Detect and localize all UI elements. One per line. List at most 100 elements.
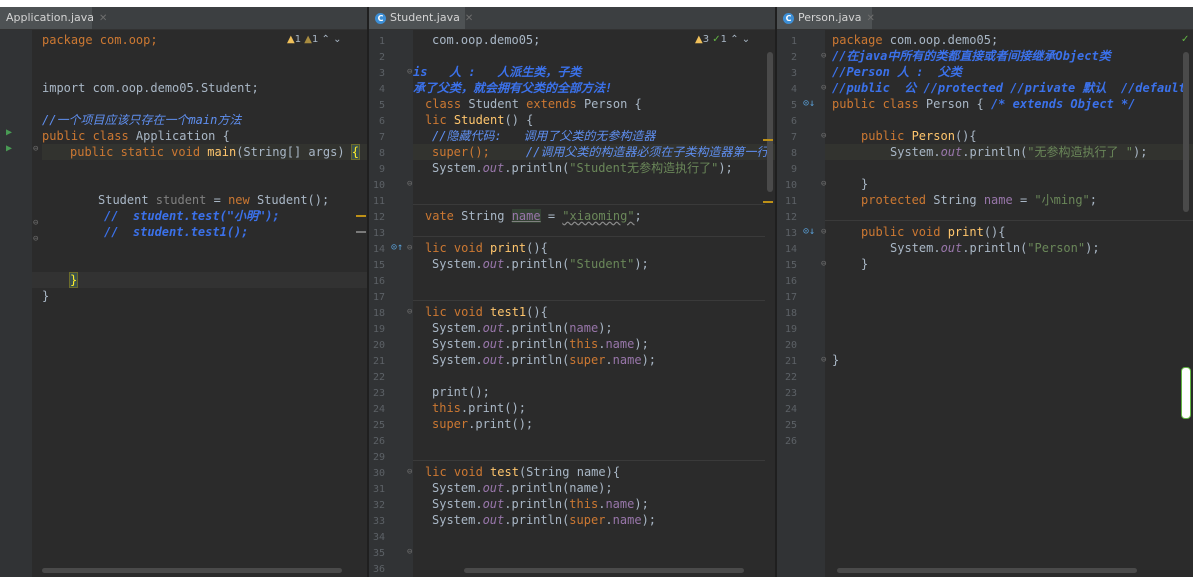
close-icon[interactable]: ✕ [867,13,875,24]
code-line-1[interactable]: com.oop.demo05; [432,32,540,48]
run-arrow-icon[interactable]: ▶ [6,141,12,157]
code-line-23[interactable]: print(); [432,384,490,400]
code-line-class[interactable]: public class Application { [42,128,230,144]
fold-icon[interactable]: ⊖ [821,352,826,368]
code-line-5[interactable]: public class Person { /* extends Object … [832,96,1135,112]
vertical-scrollbar[interactable] [1183,52,1189,212]
code-line-8[interactable]: System.out.println("无参构造执行了 "); [890,144,1147,160]
tab-person-java[interactable]: C Person.java ✕ [777,7,875,29]
implemented-icon[interactable]: ⊙↓ [803,224,815,240]
method-separator [413,300,765,301]
code-line-1[interactable]: package com.oop; [42,32,158,48]
fold-icon[interactable]: ⊖ [407,464,412,480]
line-number: 4 [378,84,385,95]
fold-icon[interactable]: ⊖ [407,176,412,192]
code-line-close-class[interactable]: } [42,288,49,304]
code-line-1[interactable]: package com.oop.demo05; [832,32,998,48]
editor-pane-application[interactable]: Application.java✕ ▶ ▶ ⊖ ⊖ ⊖ ⊖ ▲1 ▲1 ⌃ ⌄ … [0,7,367,577]
tab-student-java[interactable]: C Student.java ✕ [369,7,473,29]
code-line-3[interactable]: is 人 : 人派生类，子类 [413,64,581,80]
code-line-13[interactable]: public void print(){ [861,224,1006,240]
warning-marker[interactable] [763,139,773,141]
fold-icon[interactable]: ⊖ [33,215,38,231]
code-line-25[interactable]: super.print(); [432,416,533,432]
code-line-30[interactable]: lic void test(String name){ [425,464,620,480]
code-line-11[interactable]: protected String name = "小ming"; [861,192,1097,208]
horizontal-scrollbar[interactable] [42,568,342,573]
code-line-18[interactable]: lic void test1(){ [425,304,548,320]
fold-icon[interactable]: ⊖ [407,64,412,80]
code-line-24[interactable]: this.print(); [432,400,526,416]
line-number: 31 [372,484,385,495]
tab-application-java[interactable]: Application.java ✕ [0,7,107,29]
editor-pane-student[interactable]: C Student.java ✕ 1 2 3 4 5 6 7 8 9 10 11 12 13 14 15 16 17… [369,7,775,577]
fold-icon[interactable]: ⊖ [821,224,826,240]
code-line-21[interactable]: } [832,352,839,368]
fold-icon[interactable]: ⊖ [821,80,826,96]
implemented-icon[interactable]: ⊙↓ [803,96,815,112]
horizontal-scrollbar[interactable] [464,568,744,573]
fold-icon[interactable]: ⊖ [33,141,38,157]
code-line-14[interactable]: lic void print(){ [425,240,548,256]
fold-icon[interactable]: ⊖ [33,231,38,247]
code-line-main[interactable]: public static void main(String[] args) { [70,144,361,160]
code-line-31[interactable]: System.out.println(name); [432,480,613,496]
chevron-up-icon[interactable]: ⌃ [730,34,738,45]
code-line-14[interactable]: System.out.println("Person"); [890,240,1100,256]
code-line-8[interactable]: super(); //调用父类的构造器必须在子类构造器第一行 [432,144,768,160]
chevron-down-icon[interactable]: ⌄ [333,34,341,45]
code-line-2[interactable]: //在java中所有的类都直接或者间接继承Object类 [832,48,1111,64]
code-line-19[interactable]: System.out.println(name); [432,320,613,336]
vertical-scrollbar[interactable] [767,52,773,192]
inspection-widget[interactable]: ▲3 ✓1 ⌃ ⌄ [695,34,750,45]
code-line-33[interactable]: System.out.println(super.name); [432,512,656,528]
fold-icon[interactable]: ⊖ [821,256,826,272]
code-line-4[interactable]: 承了父类，就会拥有父类的全部方法! [413,80,612,96]
code-line-10[interactable]: } [861,176,868,192]
warning-marker[interactable] [763,201,773,203]
editor-pane-person[interactable]: C Person.java ✕ 1 2 3 4 5 6 7 8 9 10 11 12 13 14 15 16 17 1… [777,7,1193,577]
code-line-import[interactable]: import com.oop.demo05.Student; [42,80,259,96]
code-line-12[interactable]: vate String name = "xiaoming"; [425,208,642,224]
inspection-widget[interactable]: ✓ [1181,34,1189,45]
code-line-new-student[interactable]: Student student = new Student(); [98,192,329,208]
fold-icon[interactable]: ⊖ [821,176,826,192]
code-line-15[interactable]: System.out.println("Student"); [432,256,649,272]
code-line-comment[interactable]: //一个项目应该只存在一个main方法 [42,112,241,128]
code-line-15[interactable]: } [861,256,868,272]
warning-marker[interactable] [356,215,366,217]
method-separator [413,236,765,237]
window-top-strip [0,0,1193,7]
fold-icon[interactable]: ⊖ [407,544,412,560]
code-line-7[interactable]: public Person(){ [861,128,977,144]
fold-icon[interactable]: ⊖ [407,240,412,256]
code-line-comment-test1[interactable]: // student.test1(); [104,224,249,240]
line-number: 26 [784,436,797,447]
code-line-close-main[interactable]: } [68,272,79,288]
inspection-widget[interactable]: ▲1 ▲1 ⌃ ⌄ [287,34,342,45]
line-number: 12 [784,212,797,223]
weak-warning-marker[interactable] [356,231,366,233]
code-line-21[interactable]: System.out.println(super.name); [432,352,656,368]
fold-icon[interactable]: ⊖ [407,304,412,320]
code-line-7[interactable]: //隐藏代码: 调用了父类的无参构造器 [432,128,655,144]
run-arrow-icon[interactable]: ▶ [6,125,12,141]
code-line-9[interactable]: System.out.println("Student无参构造执行了"); [432,160,733,176]
code-line-5[interactable]: class Student extends Person { [425,96,642,112]
close-icon[interactable]: ✕ [99,13,107,24]
code-line-6[interactable]: lic Student() { [425,112,533,128]
horizontal-scrollbar[interactable] [837,568,1137,573]
code-line-32[interactable]: System.out.println(this.name); [432,496,649,512]
code-line-3[interactable]: //Person 人 : 父类 [832,64,962,80]
fold-icon[interactable]: ⊖ [821,128,826,144]
close-icon[interactable]: ✕ [465,13,473,24]
code-line-20[interactable]: System.out.println(this.name); [432,336,649,352]
override-icon[interactable]: ⊙↑ [391,240,403,256]
code-line-comment-test[interactable]: // student.test("小明"); [104,208,280,224]
fold-icon[interactable]: ⊖ [821,48,826,64]
chevron-down-icon[interactable]: ⌄ [742,34,750,45]
line-number: 11 [372,196,385,207]
line-number: 9 [790,164,797,175]
code-line-4[interactable]: //public 公 //protected //private 默认 //de… [832,80,1186,96]
chevron-up-icon[interactable]: ⌃ [322,34,330,45]
